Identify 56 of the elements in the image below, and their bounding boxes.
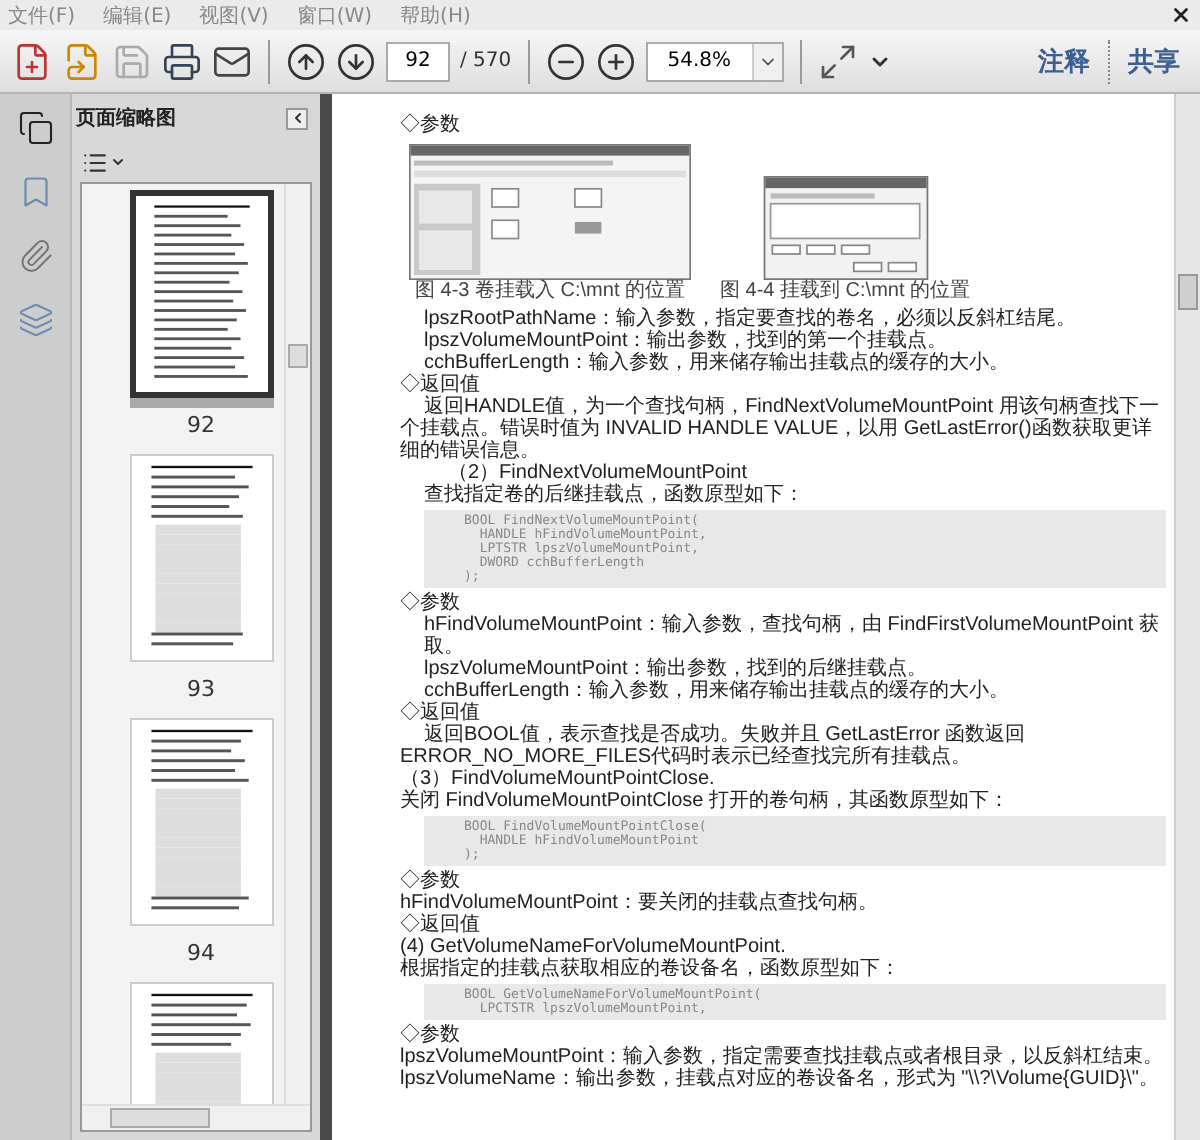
caret-icon [110, 154, 126, 170]
menu-item[interactable]: 编辑(E) [103, 1, 172, 29]
section-heading: ◇参数 [400, 592, 462, 614]
printer-icon[interactable] [162, 41, 202, 81]
zoom-in-icon[interactable] [595, 41, 636, 81]
page-label: 94 [187, 940, 215, 966]
share-button[interactable]: 共享 [1120, 43, 1188, 79]
arrow-up-icon[interactable] [286, 41, 326, 81]
text-line: cchBufferLength：输入参数，用来储存输出挂载点的缓存的大小。 [424, 680, 1012, 702]
menu-item[interactable]: 窗口(W) [296, 1, 373, 29]
subheading: （2）FindNextVolumeMountPoint [448, 462, 750, 484]
pages-icon[interactable] [17, 110, 53, 146]
page-number-field[interactable]: 92 [386, 41, 450, 81]
section-heading: ◇参数 [400, 1024, 462, 1046]
text-line: 根据指定的挂载点获取相应的卷设备名，函数原型如下： [400, 958, 902, 980]
text-line: （3）FindVolumeMountPointClose. [400, 768, 715, 790]
close-icon[interactable] [1170, 4, 1192, 26]
zoom-field[interactable]: 54.8% [645, 41, 784, 81]
figure-caption: 图 4-3 卷挂载入 C:\mnt 的位置 [414, 280, 685, 304]
menu-item[interactable]: 视图(V) [199, 1, 269, 29]
text-line: lpszVolumeName：输出参数，挂载点对应的卷设备名，形式为 "\\?\Volume{GUID}\"。 [400, 1068, 1161, 1090]
page-total: / 570 [460, 50, 512, 72]
chevron-left-icon [289, 110, 305, 126]
section-heading: ◇返回值 [400, 914, 482, 936]
paragraph: 返回HANDLE值，为一个查找句柄，FindNextVolumeMountPoint 用该句柄查找下一个挂载点。错误时值为 INVALID HANDLE VALUE，以用 GetLastError()函数获取更详细的错误信息。 [400, 396, 1161, 462]
panel-title: 页面缩略图 [76, 105, 176, 132]
expand-icon[interactable] [817, 41, 858, 81]
menu-item[interactable]: 文件(F) [8, 1, 76, 29]
comment-button[interactable]: 注释 [1030, 43, 1098, 79]
text-line: lpszVolumeMountPoint：输出参数，找到的第一个挂载点。 [422, 330, 950, 352]
page-label: 92 [187, 412, 215, 438]
text-line: lpszVolumeMountPoint：输入参数，指定需要查找挂载点或者根目录，以反斜杠结束。 [400, 1046, 1166, 1068]
text-line: 关闭 FindVolumeMountPointClose 打开的卷句柄，其函数原型如下： [400, 790, 1012, 812]
section-heading: ◇返回值 [400, 702, 482, 724]
section-heading: ◇参数 [400, 870, 462, 892]
collapse-button[interactable] [286, 107, 308, 129]
section-heading: ◇参数 [400, 114, 462, 136]
mail-icon[interactable] [212, 41, 252, 81]
file-arrow-icon[interactable] [62, 41, 102, 81]
paragraph: 返回BOOL值，表示查找是否成功。失败并且 GetLastError 函数返回 ERROR_NO_MORE_FILES代码时表示已经查找完所有挂载点。 [400, 724, 1028, 768]
text-line: 查找指定卷的后继挂载点，函数原型如下： [422, 484, 806, 506]
figure-caption: 图 4-4 挂载到 C:\mnt 的位置 [720, 280, 971, 304]
file-plus-icon[interactable] [12, 41, 52, 81]
text-line: hFindVolumeMountPoint：输入参数，查找句柄，由 FindFirstVolumeMountPoint 获取。 [422, 614, 1161, 658]
text-line: cchBufferLength：输入参数，用来储存输出挂载点的缓存的大小。 [424, 352, 1012, 374]
arrow-down-icon[interactable] [336, 41, 376, 81]
zoom-out-icon[interactable] [545, 41, 586, 81]
page-label: 93 [187, 676, 215, 702]
text-line: (4) GetVolumeNameForVolumeMountPoint. [400, 936, 788, 958]
section-heading: ◇返回值 [400, 374, 482, 396]
text-line: lpszRootPathName：输入参数，指定要查找的卷名，必须以反斜杠结尾。 [422, 308, 1079, 330]
list-icon [82, 149, 108, 175]
menu-item[interactable]: 帮助(H) [400, 1, 471, 29]
text-line: hFindVolumeMountPoint：要关闭的挂载点查找句柄。 [400, 892, 880, 914]
paperclip-icon[interactable] [17, 238, 53, 274]
text-line: lpszVolumeMountPoint：输出参数，找到的后继挂载点。 [422, 658, 930, 680]
